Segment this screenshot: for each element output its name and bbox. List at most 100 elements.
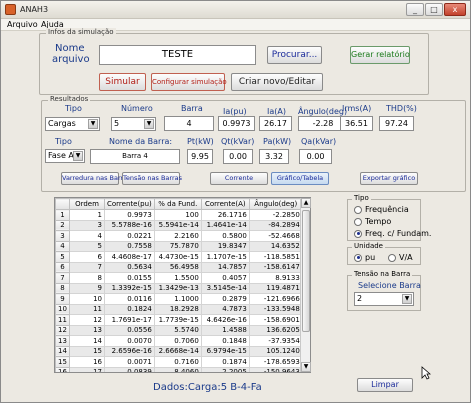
table-cell[interactable]: -133.5948 — [248, 303, 303, 315]
radio-pu[interactable]: pu — [354, 253, 375, 262]
table-row[interactable]: 4 5 0.7558 75.7870 19.8347 14.6352 — [55, 240, 303, 252]
tab-varredura[interactable]: Varredura nas Barras — [61, 172, 131, 185]
table-cell[interactable]: 0.7558 — [104, 240, 155, 252]
table-cell[interactable]: 11 — [69, 303, 105, 315]
row-number[interactable]: 12 — [55, 324, 70, 336]
table-cell[interactable]: -121.6966 — [248, 293, 303, 305]
row-number[interactable]: 14 — [55, 345, 70, 357]
table-cell[interactable]: 2.2005 — [200, 366, 250, 372]
table-cell[interactable]: 1.4641e-14 — [200, 219, 250, 231]
table-cell[interactable]: 0.0155 — [104, 272, 155, 284]
table-cell[interactable]: 1.1707e-15 — [200, 251, 250, 263]
table-cell[interactable]: 4.4608e-17 — [104, 251, 155, 263]
table-cell[interactable]: 0.0839 — [104, 366, 155, 372]
table-cell[interactable]: 1.7739e-15 — [153, 314, 202, 326]
table-cell[interactable]: 0.7160 — [153, 356, 202, 368]
table-cell[interactable]: 56.4958 — [153, 261, 202, 273]
table-row[interactable]: 7 8 0.0155 1.5500 0.4057 8.9133 — [55, 272, 303, 284]
table-cell[interactable]: 5.5740 — [153, 324, 202, 336]
minimize-button[interactable]: _ — [406, 3, 424, 16]
maximize-button[interactable]: □ — [425, 3, 443, 16]
table-cell[interactable]: 14.6352 — [248, 240, 303, 252]
table-cell[interactable]: 4 — [69, 230, 105, 242]
radio-circle[interactable] — [388, 253, 396, 262]
table-row[interactable]: 2 3 5.5788e-16 5.5941e-14 1.4641e-14 -84.2894 — [55, 219, 303, 231]
table-cell[interactable]: 0.5800 — [200, 230, 250, 242]
table-row[interactable]: 3 4 0.0221 2.2160 0.5800 -52.4668 — [55, 230, 303, 242]
table-cell[interactable]: -150.9643 — [248, 366, 303, 372]
table-cell[interactable]: -84.2894 — [248, 219, 303, 231]
table-cell[interactable]: -2.2850 — [248, 209, 303, 221]
chevron-down-icon[interactable]: ▼ — [73, 151, 83, 161]
scrollbar-thumb[interactable] — [302, 210, 310, 332]
radio-circle-selected[interactable] — [354, 253, 362, 262]
table-cell[interactable]: 0.2879 — [200, 293, 250, 305]
table-row[interactable]: 16 17 0.0839 8.4060 2.2005 -150.9643 — [55, 366, 303, 372]
table-cell[interactable]: 0.0116 — [104, 293, 155, 305]
row-number[interactable]: 8 — [55, 282, 70, 294]
row-number[interactable]: 2 — [55, 219, 70, 231]
table-cell[interactable]: 1.3429e-13 — [153, 282, 202, 294]
simular-button[interactable]: Simular — [99, 73, 146, 91]
table-cell[interactable]: 100 — [153, 209, 202, 221]
table-row[interactable]: 15 16 0.0071 0.7160 0.1874 -178.6593 — [55, 356, 303, 368]
table-cell[interactable]: 1 — [69, 209, 105, 221]
table-row[interactable]: 1 1 0.9973 100 26.1716 -2.2850 — [55, 209, 303, 221]
table-cell[interactable]: 0.0221 — [104, 230, 155, 242]
column-header[interactable]: Corrente(A) — [200, 198, 250, 210]
column-header[interactable]: Ângulo(deg) — [248, 198, 303, 210]
tab-tensao[interactable]: Tensão nas Barras — [122, 172, 182, 185]
table-cell[interactable]: 1.1000 — [153, 293, 202, 305]
table-cell[interactable]: 13 — [69, 324, 105, 336]
tipo-select[interactable]: Cargas ▼ — [45, 117, 100, 131]
table-row[interactable]: 14 15 2.6596e-16 2.6668e-14 6.9794e-15 105.12… — [55, 345, 303, 357]
row-number[interactable]: 7 — [55, 272, 70, 284]
row-number[interactable]: 5 — [55, 251, 70, 263]
table-cell[interactable]: 0.0070 — [104, 335, 155, 347]
chevron-down-icon[interactable]: ▼ — [402, 294, 412, 304]
table-cell[interactable]: 2.6596e-16 — [104, 345, 155, 357]
row-number[interactable]: 16 — [55, 366, 70, 372]
file-name-input[interactable]: TESTE — [99, 45, 256, 65]
close-button[interactable]: x — [444, 3, 466, 16]
title-bar[interactable]: ANAH3 _ □ x — [1, 1, 470, 19]
table-cell[interactable]: 19.8347 — [200, 240, 250, 252]
table-cell[interactable]: 14.7857 — [200, 261, 250, 273]
table-cell[interactable]: 14 — [69, 335, 105, 347]
table-cell[interactable]: 0.9973 — [104, 209, 155, 221]
table-cell[interactable]: -37.9354 — [248, 335, 303, 347]
scroll-up-icon[interactable]: ▲ — [301, 198, 311, 208]
radio-circle[interactable] — [354, 217, 362, 226]
criar-novo-editar-button[interactable]: Criar novo/Editar — [231, 73, 323, 91]
row-number[interactable]: 11 — [55, 314, 70, 326]
table-cell[interactable]: 8 — [69, 272, 105, 284]
table-cell[interactable]: 3 — [69, 219, 105, 231]
table-cell[interactable]: 136.6205 — [248, 324, 303, 336]
chevron-down-icon[interactable]: ▼ — [144, 119, 154, 129]
table-row[interactable]: 10 11 0.1824 18.2928 4.7873 -133.5948 — [55, 303, 303, 315]
table-cell[interactable]: 1.3392e-15 — [104, 282, 155, 294]
table-cell[interactable]: 1.4588 — [200, 324, 250, 336]
table-cell[interactable]: 5.5788e-16 — [104, 219, 155, 231]
gerar-relatorio-button[interactable]: Gerar relatório — [350, 46, 410, 64]
table-cell[interactable]: 0.7060 — [153, 335, 202, 347]
table-cell[interactable]: 9 — [69, 282, 105, 294]
table-cell[interactable]: -158.6147 — [248, 261, 303, 273]
table-cell[interactable]: 16 — [69, 356, 105, 368]
table-cell[interactable]: 1.7691e-17 — [104, 314, 155, 326]
table-row[interactable]: 13 14 0.0070 0.7060 0.1848 -37.9354 — [55, 335, 303, 347]
row-number[interactable]: 15 — [55, 356, 70, 368]
table-cell[interactable]: 0.1874 — [200, 356, 250, 368]
configurar-simulacao-button[interactable]: Configurar simulação — [151, 73, 227, 91]
table-cell[interactable]: -52.4668 — [248, 230, 303, 242]
table-cell[interactable]: 8.4060 — [153, 366, 202, 372]
radio-tempo[interactable]: Tempo — [354, 217, 391, 226]
table-cell[interactable]: 26.1716 — [200, 209, 250, 221]
table-cell[interactable]: 12 — [69, 314, 105, 326]
table-cell[interactable]: 2.2160 — [153, 230, 202, 242]
table-cell[interactable]: 6.9794e-15 — [200, 345, 250, 357]
table-cell[interactable]: 6 — [69, 251, 105, 263]
radio-va[interactable]: V/A — [388, 253, 413, 262]
radio-circle[interactable] — [354, 205, 362, 214]
table-cell[interactable]: 18.2928 — [153, 303, 202, 315]
